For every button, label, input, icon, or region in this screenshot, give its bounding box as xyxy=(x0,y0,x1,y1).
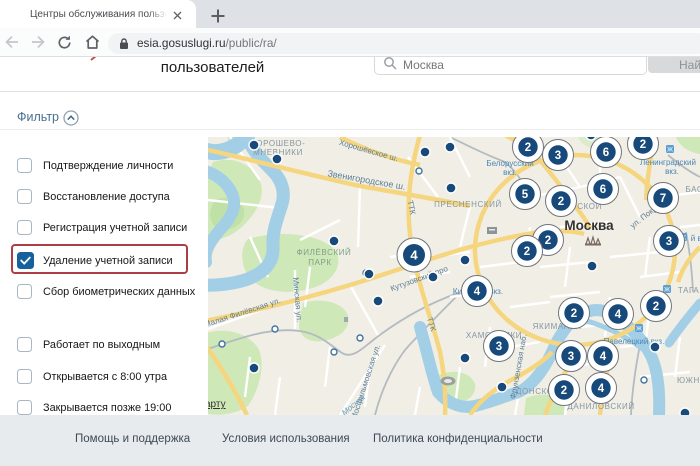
svg-text:Москва: Москва xyxy=(564,218,614,233)
svg-text:2: 2 xyxy=(545,235,551,247)
svg-text:6: 6 xyxy=(600,184,606,196)
svg-text:ФИЛЁВСКИЙ: ФИЛЁВСКИЙ xyxy=(297,248,352,257)
svg-text:БАСМ: БАСМ xyxy=(686,185,700,194)
svg-text:Ж: Ж xyxy=(636,326,642,333)
svg-text:2: 2 xyxy=(571,308,577,320)
svg-text:3: 3 xyxy=(555,150,561,162)
svg-text:4: 4 xyxy=(615,309,622,321)
svg-text:ПАРК: ПАРК xyxy=(308,258,331,267)
svg-text:4: 4 xyxy=(598,383,605,395)
svg-text:7: 7 xyxy=(660,193,666,205)
svg-text:2: 2 xyxy=(653,301,659,313)
svg-text:ПРЕСНЕНСКИЙ: ПРЕСНЕНСКИЙ xyxy=(434,200,502,209)
svg-text:4: 4 xyxy=(474,286,481,298)
svg-text:6: 6 xyxy=(603,147,609,159)
svg-text:Ж: Ж xyxy=(667,147,673,154)
svg-text:Ж: Ж xyxy=(664,287,670,294)
svg-text:4: 4 xyxy=(600,351,607,363)
svg-text:ЮЖНОП: ЮЖНОП xyxy=(677,376,700,385)
svg-text:5: 5 xyxy=(522,189,529,201)
svg-text:ТАГАНС: ТАГАНС xyxy=(678,286,700,295)
svg-text:арту: арту xyxy=(208,399,226,410)
svg-text:3: 3 xyxy=(496,341,502,353)
svg-text:3: 3 xyxy=(666,236,672,248)
svg-text:2: 2 xyxy=(561,385,567,397)
svg-text:й вк: й вк xyxy=(691,234,700,243)
svg-text:вкз.: вкз. xyxy=(503,168,517,177)
svg-text:вкз.: вкз. xyxy=(665,167,679,176)
svg-text:2: 2 xyxy=(558,196,564,208)
svg-text:2: 2 xyxy=(525,142,531,154)
svg-text:3: 3 xyxy=(568,351,574,363)
svg-text:Ленинградский: Ленинградский xyxy=(640,158,696,167)
svg-text:4: 4 xyxy=(410,248,418,263)
svg-text:2: 2 xyxy=(524,246,530,258)
svg-text:2: 2 xyxy=(640,139,646,151)
